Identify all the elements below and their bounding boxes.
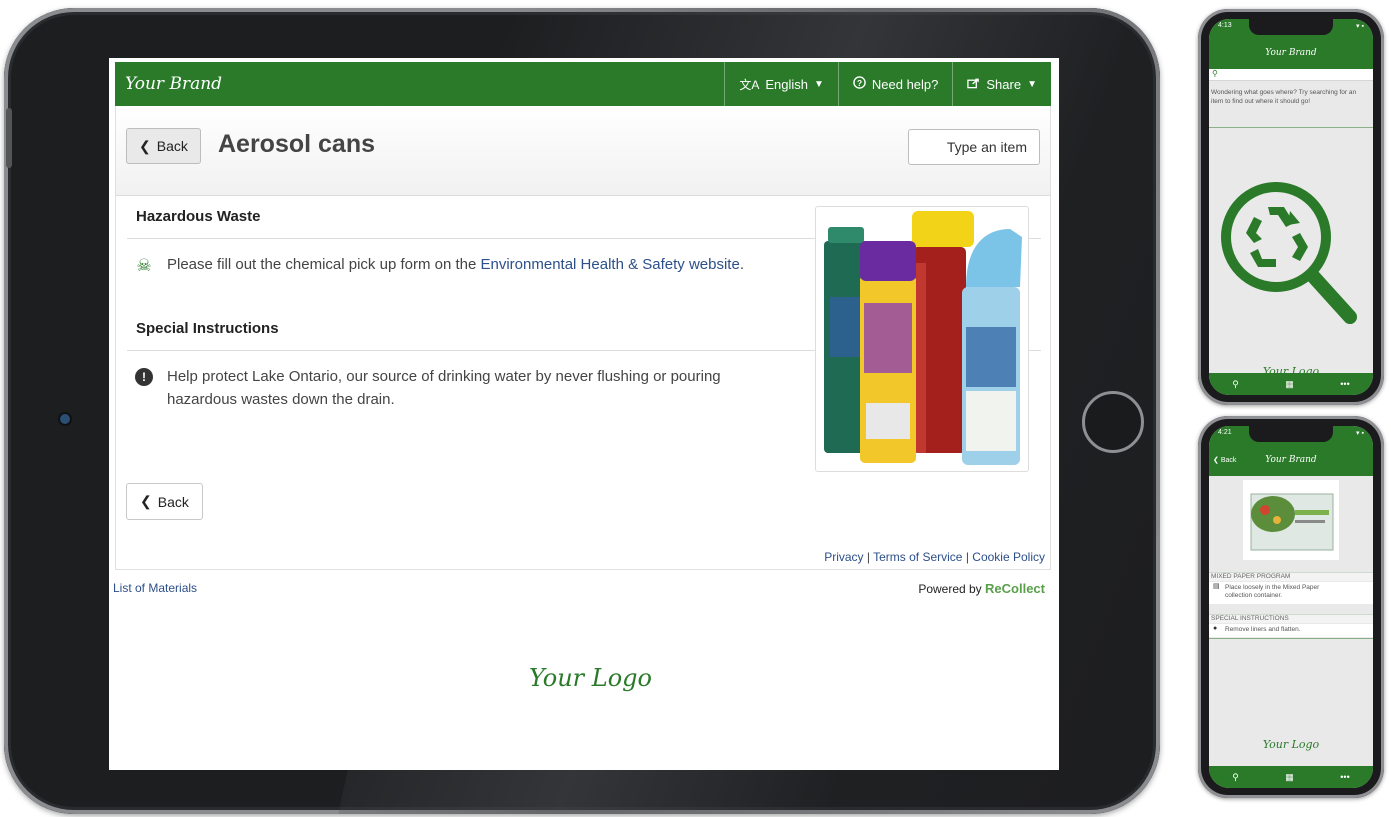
section-heading-special-instructions: Special Instructions <box>136 320 279 337</box>
phone-product-image <box>1243 480 1339 560</box>
instruction-text: Please fill out the chemical pick up for… <box>167 256 481 273</box>
help-button[interactable]: ? Need help? <box>837 62 953 106</box>
divider <box>1209 638 1373 639</box>
phone-notch <box>1249 426 1333 442</box>
ehs-website-link[interactable]: Environmental Health & Safety website <box>481 256 740 273</box>
brand-name[interactable]: Your Brand <box>115 74 724 94</box>
phone-logo: Your Logo <box>1262 738 1320 751</box>
status-icons: ▾ ▪ <box>1356 430 1364 437</box>
bottom-back-button[interactable]: ❮ Back <box>126 483 203 520</box>
chevron-down-icon: ▼ <box>813 78 824 90</box>
separator: | <box>965 550 969 564</box>
language-dropdown[interactable]: 文A English ▼ <box>724 62 838 106</box>
calendar-tab-icon[interactable]: ▦ <box>1285 379 1294 390</box>
instruction-text-end: . <box>739 256 744 273</box>
special-instruction-text: Help protect Lake Ontario, our source of… <box>167 365 721 411</box>
more-tab-icon[interactable]: ••• <box>1340 379 1349 389</box>
translate-icon: 文A <box>739 77 760 92</box>
phone-special-instruction: ● Remove liners and flatten. <box>1209 624 1373 637</box>
phone-brand: Your Brand <box>1265 48 1317 58</box>
powered-by: Powered by ReCollect <box>918 581 1045 596</box>
recollect-logo[interactable]: ReCollect <box>985 581 1045 596</box>
your-logo: Your Logo <box>529 664 652 692</box>
search-tab-icon[interactable]: ⚲ <box>1232 379 1239 390</box>
recycle-search-icon <box>1221 182 1357 324</box>
cookie-policy-link[interactable]: Cookie Policy <box>972 550 1045 564</box>
help-label: Need help? <box>871 76 939 92</box>
top-nav-menu: 文A English ▼ ? Need help? Share ▼ <box>724 62 1051 106</box>
phone-section-special-instructions: SPECIAL INSTRUCTIONS <box>1209 614 1373 623</box>
hazardous-waste-text: Please fill out the chemical pick up for… <box>167 253 744 276</box>
phone-home-screen: 4:13 ▾ ▪ Your Brand ⚲ Wondering what goe… <box>1209 19 1373 395</box>
terms-link[interactable]: Terms of Service <box>873 550 962 564</box>
special-instruction-line-1: Help protect Lake Ontario, our source of… <box>167 368 721 385</box>
special-instruction-line-2: hazardous wastes down the drain. <box>167 391 395 408</box>
bottom-back-button-label: Back <box>157 493 189 510</box>
share-dropdown[interactable]: Share ▼ <box>952 62 1051 106</box>
share-icon <box>967 77 980 92</box>
phone-search-bar[interactable]: ⚲ <box>1209 69 1373 81</box>
phone-mixed-paper-instruction: ▤ Place loosely in the Mixed Paper colle… <box>1209 582 1373 604</box>
status-time: 4:13 <box>1218 22 1232 29</box>
section-heading-hazardous-waste: Hazardous Waste <box>136 208 261 225</box>
search-icon: ⚲ <box>1212 69 1218 78</box>
svg-text:?: ? <box>857 78 862 88</box>
phone-line-2: Remove liners and flatten. <box>1225 626 1301 633</box>
phone-brand: Your Brand <box>1265 455 1317 465</box>
list-of-materials-link[interactable]: List of Materials <box>113 581 197 595</box>
skull-crossbones-icon: ☠ <box>136 255 152 275</box>
phone-line-1b: collection container. <box>1225 592 1283 599</box>
phone-notch <box>1249 19 1333 35</box>
chevron-down-icon: ▼ <box>1027 78 1037 90</box>
special-instruction: ! Help protect Lake Ontario, our source … <box>135 365 721 411</box>
status-icons: ▾ ▪ <box>1356 23 1364 30</box>
share-label: Share <box>986 76 1022 92</box>
document-icon: ▤ <box>1213 583 1220 590</box>
more-tab-icon[interactable]: ••• <box>1340 772 1349 782</box>
phone-tab-bar: ⚲ ▦ ••• <box>1209 373 1373 395</box>
powered-by-label: Powered by <box>918 582 982 596</box>
search-hint-text: Wondering what goes where? Try searching… <box>1211 89 1357 105</box>
hazardous-waste-instruction: ☠ Please fill out the chemical pick up f… <box>135 253 744 276</box>
phone-line-1a: Place loosely in the Mixed Paper <box>1225 584 1320 591</box>
top-navigation-bar: Your Brand 文A English ▼ ? Need help? Sha… <box>115 62 1051 106</box>
aerosol-cans-illustration <box>824 211 1022 465</box>
food-box-illustration <box>1250 493 1334 551</box>
separator: | <box>866 550 870 564</box>
help-circle-icon: ? <box>853 76 866 92</box>
status-time: 4:21 <box>1218 429 1232 436</box>
search-tab-icon[interactable]: ⚲ <box>1232 772 1239 783</box>
web-app-screen: Your Brand 文A English ▼ ? Need help? Sha… <box>109 58 1059 770</box>
calendar-tab-icon[interactable]: ▦ <box>1285 772 1294 783</box>
phone-section-mixed-paper: MIXED PAPER PROGRAM <box>1209 572 1373 581</box>
divider <box>1209 127 1373 128</box>
exclamation-circle-icon: ● <box>1213 625 1218 632</box>
phone-detail-device: 4:21 ▾ ▪ ❮ Back Your Brand MIXED PAPER P… <box>1198 416 1384 798</box>
phone-tab-bar: ⚲ ▦ ••• <box>1209 766 1373 788</box>
footer-links: Privacy | Terms of Service | Cookie Poli… <box>824 550 1045 564</box>
home-button[interactable] <box>1082 391 1144 453</box>
language-label: English <box>765 76 808 92</box>
tablet-camera <box>60 414 70 424</box>
chevron-left-icon: ❮ <box>140 493 152 509</box>
product-image <box>815 206 1029 472</box>
privacy-link[interactable]: Privacy <box>824 550 863 564</box>
phone-detail-screen: 4:21 ▾ ▪ ❮ Back Your Brand MIXED PAPER P… <box>1209 426 1373 788</box>
tablet-side-button <box>6 108 12 168</box>
exclamation-circle-icon: ! <box>135 368 153 386</box>
phone-home-device: 4:13 ▾ ▪ Your Brand ⚲ Wondering what goe… <box>1198 9 1384 405</box>
